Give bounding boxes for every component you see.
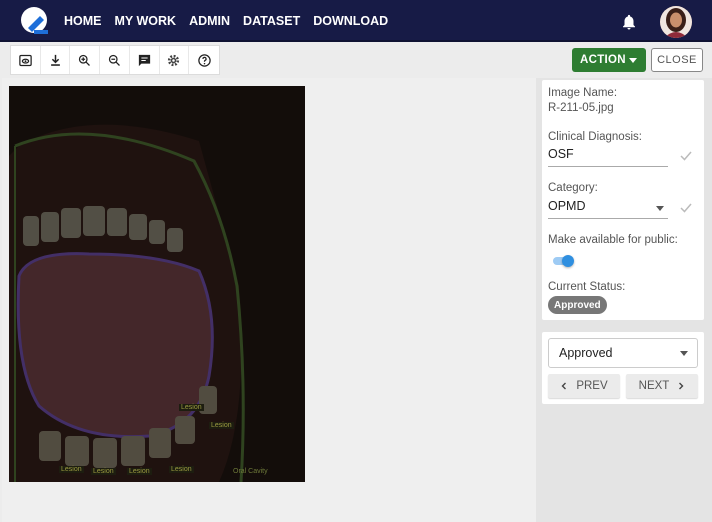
clinical-image[interactable]: Lesion Lesion Lesion Lesion Lesion Lesio… [9,86,305,482]
toggle-knob [562,255,574,267]
status-label: Current Status: [548,281,626,293]
category-value: OPMD [548,199,586,213]
zoom-in-icon [79,54,91,66]
annotation-label: Lesion [59,466,84,473]
zoom-out-icon [108,54,120,66]
annotation-label: Lesion [127,468,152,475]
image-name-label: Image Name: [548,87,618,99]
settings-icon [168,54,180,66]
chevron-right-icon [679,382,684,390]
review-status-select[interactable]: Approved [548,338,698,368]
download-button[interactable] [41,46,71,74]
main-nav: HOME MY WORK ADMIN DATASET DOWNLOAD [64,0,388,42]
nav-home[interactable]: HOME [64,14,102,28]
public-toggle[interactable] [552,253,574,267]
next-button[interactable]: NEXT [626,374,698,398]
comment-icon [138,54,150,66]
action-menu-button[interactable]: ACTION [572,48,646,72]
nav-download[interactable]: DOWNLOAD [313,14,388,28]
comment-button[interactable] [130,46,160,74]
diagnosis-field[interactable]: OSF [548,145,668,167]
top-navbar: HOME MY WORK ADMIN DATASET DOWNLOAD [0,0,712,42]
help-icon [197,53,211,67]
nav-dataset[interactable]: DATASET [243,14,300,28]
category-select[interactable]: OPMD [548,197,668,219]
image-details-card: Image Name: R-211-05.jpg Clinical Diagno… [542,80,704,320]
caret-down-icon [680,351,688,356]
eye-icon [19,54,32,66]
review-card: Approved PREV NEXT [542,332,704,404]
nav-admin[interactable]: ADMIN [189,14,230,28]
zoom-out-button[interactable] [100,46,130,74]
chevron-left-icon [561,382,567,390]
view-button[interactable] [11,46,41,74]
public-label: Make available for public: [548,234,678,246]
diagnosis-label: Clinical Diagnosis: [548,131,642,143]
check-icon[interactable] [680,150,692,162]
image-toolbar [10,45,220,75]
app-logo[interactable] [20,6,50,36]
annotation-label: Lesion [179,404,204,411]
notification-bell-icon[interactable] [620,13,638,31]
annotation-label: Oral Cavity [233,468,268,475]
help-button[interactable] [189,46,219,74]
nav-my-work[interactable]: MY WORK [115,14,177,28]
download-icon [50,54,60,66]
category-label: Category: [548,182,598,194]
caret-down-icon [656,206,664,211]
user-avatar[interactable] [660,6,692,38]
settings-button[interactable] [160,46,190,74]
next-label: NEXT [638,380,670,392]
action-label: ACTION [580,54,626,66]
status-badge: Approved [548,296,607,314]
review-status-value: Approved [559,346,613,360]
annotation-label: Lesion [91,468,116,475]
annotation-label: Lesion [169,466,194,473]
image-name-value: R-211-05.jpg [548,102,614,114]
annotation-label: Lesion [209,422,234,429]
caret-down-icon [629,58,637,63]
zoom-in-button[interactable] [70,46,101,74]
check-icon[interactable] [680,202,692,214]
prev-button[interactable]: PREV [548,374,620,398]
close-button[interactable]: CLOSE [651,48,703,72]
prev-label: PREV [576,380,608,392]
